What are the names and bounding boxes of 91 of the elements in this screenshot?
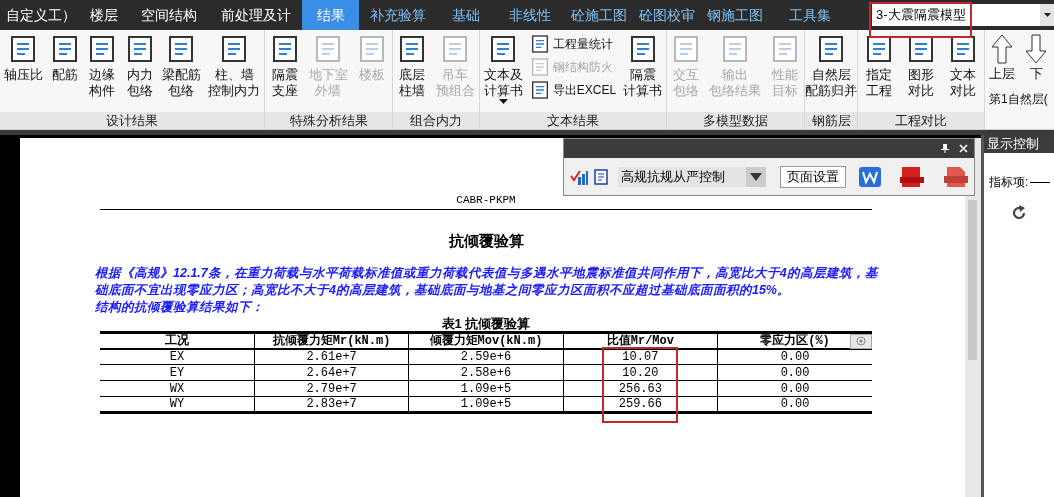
paragraph: 结构的抗倾覆验算结果如下： [95, 298, 265, 316]
table-cell: 1.09e+5 [408, 396, 564, 413]
table-cell: 0.00 [717, 364, 872, 381]
menu-tab[interactable]: 基础 [437, 0, 495, 30]
tool-icon [864, 34, 894, 64]
page-header: CABR-PKPM [455, 193, 517, 207]
table-cell: 10.07 [563, 348, 718, 365]
floor-button[interactable]: 下 [1025, 34, 1047, 84]
caret-icon [746, 166, 766, 187]
word-doc-icon[interactable] [858, 165, 882, 188]
pin-icon[interactable] [941, 144, 949, 153]
menu-tab[interactable]: 钢施工图 [701, 0, 769, 30]
table-cell: 0.00 [717, 396, 872, 413]
table-cell: EY [100, 364, 255, 381]
ribbon-button[interactable]: 柱、墙 控制内力 [208, 34, 261, 99]
chart-check-icon[interactable] [570, 168, 588, 185]
tool-icon [529, 80, 550, 100]
group-label: 钢筋层 [805, 112, 857, 129]
ribbon-button[interactable]: 自然层 配筋归并 [805, 34, 857, 99]
menu-tab[interactable]: 空间结构 [128, 0, 210, 30]
model-select-value: 3-大震隔震模型 [875, 6, 967, 25]
group-label: 组合内力 [393, 112, 479, 129]
table-cell: 2.58e+6 [408, 364, 564, 381]
table-cell: 0.00 [717, 380, 872, 397]
panel-title: 显示控制 [984, 135, 1054, 153]
tool-icon [948, 34, 978, 64]
group-label: 工程对比 [858, 112, 984, 129]
tool-icon [529, 57, 550, 77]
column-header: 倾覆力矩Mov(kN.m) [408, 332, 564, 349]
settings-icon[interactable] [850, 333, 872, 349]
field-label: 指标项: [989, 174, 1029, 191]
table-cell: 10.20 [563, 364, 718, 381]
up-arrow-icon [991, 34, 1013, 64]
column-header: 工况 [100, 332, 255, 349]
table-cell: 2.79e+7 [254, 380, 409, 397]
ribbon-button[interactable]: 隔震 支座 [269, 34, 300, 99]
menu-tab[interactable]: 砼施工图 [565, 0, 633, 30]
table-cell: 2.61e+7 [254, 348, 409, 365]
table-cell: 259.66 [563, 396, 718, 413]
column-header: 比值Mr/Mov [563, 332, 718, 349]
menu-tab[interactable]: 补充验算 [359, 0, 437, 30]
table-cell: EX [100, 348, 255, 365]
ribbon-button[interactable]: 图形 对比 [906, 34, 936, 99]
ribbon-button[interactable]: 轴压比 [3, 34, 43, 83]
group-label: 特殊分析结果 [265, 112, 392, 129]
scrollbar-thumb[interactable] [968, 200, 977, 360]
menu-tab[interactable]: 楼层 [80, 0, 128, 30]
group-label: 设计结果 [0, 112, 264, 129]
tool-icon [816, 34, 846, 64]
document-title: 抗倾覆验算 [447, 231, 525, 251]
column-header: 抗倾覆力矩Mr(kN.m) [254, 332, 409, 349]
floor-button[interactable]: 上层 [989, 34, 1015, 84]
ribbon-button[interactable]: 工程量统计 [529, 34, 617, 54]
menu-tab[interactable]: 自定义工） [2, 0, 80, 30]
table-cell: 1.09e+5 [408, 380, 564, 397]
ribbon-button[interactable]: 梁配筋 包络 [161, 34, 201, 99]
menu-tab[interactable]: 前处理及计 [210, 0, 302, 30]
table-cell: WX [100, 380, 255, 397]
document-icon[interactable] [594, 168, 608, 185]
ribbon-button[interactable]: 文本及 计算书 [483, 34, 523, 104]
menu-tab[interactable]: 砼图校审 [633, 0, 701, 30]
table-caption: 表1 抗倾覆验算 [440, 316, 532, 331]
table-cell: WY [100, 396, 255, 413]
ribbon-button[interactable]: 配筋 [50, 34, 80, 83]
table-cell: 2.59e+6 [408, 348, 564, 365]
caret-icon [498, 99, 508, 104]
table-cell: 256.63 [563, 380, 718, 397]
group-label: 文本结果 [480, 112, 666, 129]
ribbon-button[interactable]: 底层 柱墙 [397, 34, 428, 99]
menu-tab[interactable]: 工具集 [769, 0, 851, 30]
group-label: 多模型数据 [667, 112, 804, 129]
table-cell: 2.83e+7 [254, 396, 409, 413]
page-setup-button[interactable]: 页面设置 [780, 165, 846, 188]
refresh-icon[interactable] [1011, 205, 1027, 221]
column-header: 零应力区(%) [717, 332, 872, 349]
tool-icon [529, 34, 550, 54]
menu-tab[interactable]: 非线性 [495, 0, 565, 30]
ribbon-button[interactable]: 指定 工程 [864, 34, 894, 99]
ribbon-button[interactable]: 文本 对比 [948, 34, 978, 99]
close-icon[interactable] [959, 144, 968, 153]
ribbon-button[interactable]: 内力 包络 [124, 34, 155, 99]
table-cell: 2.64e+7 [254, 364, 409, 381]
ribbon-button[interactable]: 导出EXCEL [529, 80, 617, 100]
ribbon-button[interactable]: 隔震 计算书 [623, 34, 663, 99]
paragraph: 根据《高规》12.1.7条，在重力荷载与水平荷载标准值或重力荷载代表值与多遇水平地震标准值共同作用下，高宽比大于4的高层建筑，基础底面不宜出现零应力区；高宽比不大于4的高层建筑，基础底面与地基之间零应力区面积不应超过基础底面面积的15%。 [95, 264, 880, 299]
ribbon-button[interactable]: 边缘 构件 [87, 34, 118, 99]
floor-label: 第1自然层( [989, 90, 1049, 108]
model-select[interactable]: 3-大震隔震模型 [872, 4, 1054, 26]
down-arrow-icon [1025, 34, 1047, 64]
table-cell: 0.00 [717, 348, 872, 365]
tool-icon [50, 34, 80, 64]
